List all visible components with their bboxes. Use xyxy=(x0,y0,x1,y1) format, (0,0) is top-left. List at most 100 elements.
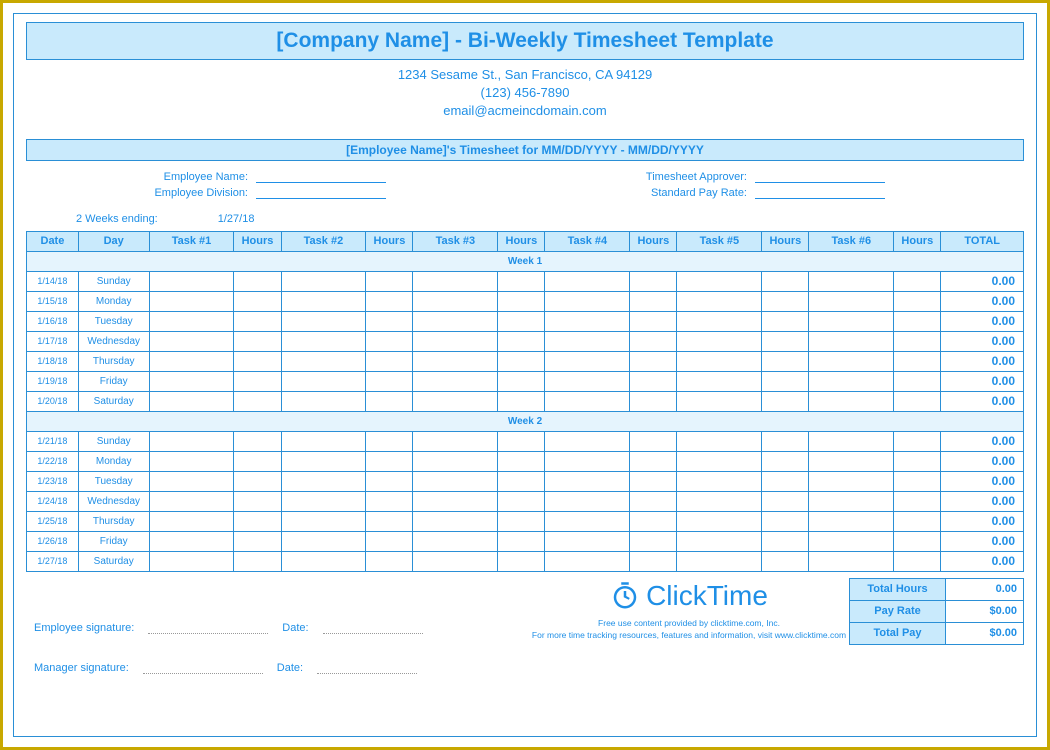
task-cell[interactable] xyxy=(281,291,366,311)
task-cell[interactable] xyxy=(149,471,234,491)
task-cell[interactable] xyxy=(545,451,630,471)
task-cell[interactable] xyxy=(149,491,234,511)
task-cell[interactable] xyxy=(809,351,894,371)
hours-cell[interactable] xyxy=(366,451,413,471)
hours-cell[interactable] xyxy=(234,431,281,451)
hours-cell[interactable] xyxy=(894,471,941,491)
hours-cell[interactable] xyxy=(630,371,677,391)
hours-cell[interactable] xyxy=(762,531,809,551)
hours-cell[interactable] xyxy=(894,271,941,291)
emp-div-input[interactable] xyxy=(256,187,386,199)
hours-cell[interactable] xyxy=(762,331,809,351)
task-cell[interactable] xyxy=(281,371,366,391)
hours-cell[interactable] xyxy=(630,451,677,471)
hours-cell[interactable] xyxy=(366,311,413,331)
hours-cell[interactable] xyxy=(498,491,545,511)
hours-cell[interactable] xyxy=(366,531,413,551)
task-cell[interactable] xyxy=(281,311,366,331)
hours-cell[interactable] xyxy=(762,351,809,371)
hours-cell[interactable] xyxy=(762,291,809,311)
task-cell[interactable] xyxy=(149,331,234,351)
hours-cell[interactable] xyxy=(234,471,281,491)
hours-cell[interactable] xyxy=(498,311,545,331)
task-cell[interactable] xyxy=(281,551,366,571)
hours-cell[interactable] xyxy=(630,311,677,331)
task-cell[interactable] xyxy=(149,551,234,571)
hours-cell[interactable] xyxy=(234,511,281,531)
task-cell[interactable] xyxy=(545,351,630,371)
hours-cell[interactable] xyxy=(630,551,677,571)
hours-cell[interactable] xyxy=(498,331,545,351)
hours-cell[interactable] xyxy=(894,291,941,311)
task-cell[interactable] xyxy=(281,451,366,471)
task-cell[interactable] xyxy=(677,491,762,511)
task-cell[interactable] xyxy=(809,311,894,331)
hours-cell[interactable] xyxy=(234,391,281,411)
hours-cell[interactable] xyxy=(234,531,281,551)
task-cell[interactable] xyxy=(809,371,894,391)
hours-cell[interactable] xyxy=(498,291,545,311)
hours-cell[interactable] xyxy=(366,271,413,291)
hours-cell[interactable] xyxy=(894,551,941,571)
task-cell[interactable] xyxy=(413,491,498,511)
approver-input[interactable] xyxy=(755,171,885,183)
task-cell[interactable] xyxy=(545,311,630,331)
task-cell[interactable] xyxy=(413,551,498,571)
hours-cell[interactable] xyxy=(366,351,413,371)
hours-cell[interactable] xyxy=(630,351,677,371)
emp-date-line[interactable] xyxy=(323,622,423,634)
task-cell[interactable] xyxy=(281,491,366,511)
task-cell[interactable] xyxy=(809,451,894,471)
pay-rate-input[interactable] xyxy=(755,187,885,199)
task-cell[interactable] xyxy=(149,431,234,451)
task-cell[interactable] xyxy=(545,271,630,291)
hours-cell[interactable] xyxy=(894,351,941,371)
hours-cell[interactable] xyxy=(498,511,545,531)
task-cell[interactable] xyxy=(545,391,630,411)
task-cell[interactable] xyxy=(281,471,366,491)
task-cell[interactable] xyxy=(281,391,366,411)
hours-cell[interactable] xyxy=(234,291,281,311)
task-cell[interactable] xyxy=(413,511,498,531)
hours-cell[interactable] xyxy=(498,551,545,571)
hours-cell[interactable] xyxy=(498,531,545,551)
task-cell[interactable] xyxy=(809,291,894,311)
hours-cell[interactable] xyxy=(630,491,677,511)
task-cell[interactable] xyxy=(545,551,630,571)
hours-cell[interactable] xyxy=(894,331,941,351)
task-cell[interactable] xyxy=(281,531,366,551)
task-cell[interactable] xyxy=(281,431,366,451)
hours-cell[interactable] xyxy=(234,551,281,571)
task-cell[interactable] xyxy=(281,271,366,291)
hours-cell[interactable] xyxy=(894,451,941,471)
task-cell[interactable] xyxy=(677,431,762,451)
hours-cell[interactable] xyxy=(366,391,413,411)
task-cell[interactable] xyxy=(677,511,762,531)
task-cell[interactable] xyxy=(809,511,894,531)
hours-cell[interactable] xyxy=(630,471,677,491)
task-cell[interactable] xyxy=(149,371,234,391)
task-cell[interactable] xyxy=(677,531,762,551)
hours-cell[interactable] xyxy=(762,391,809,411)
hours-cell[interactable] xyxy=(762,491,809,511)
hours-cell[interactable] xyxy=(234,331,281,351)
emp-sig-line[interactable] xyxy=(148,622,268,634)
hours-cell[interactable] xyxy=(366,511,413,531)
task-cell[interactable] xyxy=(545,531,630,551)
hours-cell[interactable] xyxy=(498,471,545,491)
hours-cell[interactable] xyxy=(366,551,413,571)
task-cell[interactable] xyxy=(809,531,894,551)
hours-cell[interactable] xyxy=(762,311,809,331)
task-cell[interactable] xyxy=(413,271,498,291)
hours-cell[interactable] xyxy=(762,451,809,471)
task-cell[interactable] xyxy=(677,471,762,491)
hours-cell[interactable] xyxy=(894,391,941,411)
task-cell[interactable] xyxy=(281,351,366,371)
hours-cell[interactable] xyxy=(630,271,677,291)
task-cell[interactable] xyxy=(413,391,498,411)
hours-cell[interactable] xyxy=(762,371,809,391)
hours-cell[interactable] xyxy=(630,431,677,451)
task-cell[interactable] xyxy=(413,531,498,551)
task-cell[interactable] xyxy=(413,471,498,491)
hours-cell[interactable] xyxy=(234,371,281,391)
